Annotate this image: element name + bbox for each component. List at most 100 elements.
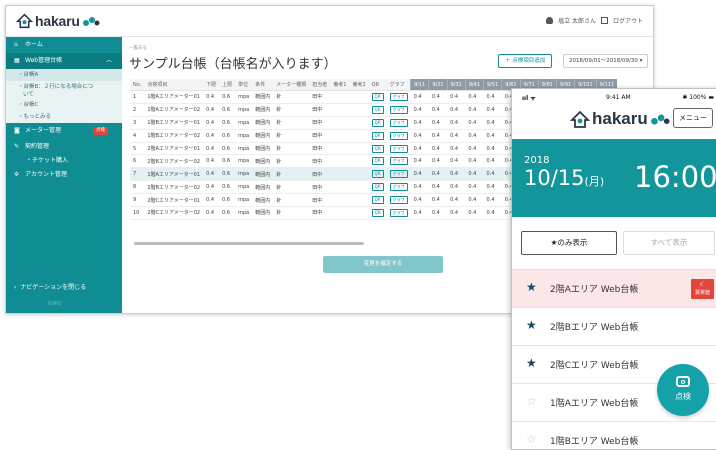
reading-cell[interactable]: 0.4 bbox=[465, 154, 484, 169]
reading-cell[interactable]: 0.4 bbox=[410, 142, 429, 156]
sidebar-subitem-ledger-c[interactable]: ・台帳C bbox=[6, 99, 122, 111]
star-icon[interactable]: ☆ bbox=[526, 394, 537, 408]
close-navigation[interactable]: ‹ ナビゲーションを閉じる bbox=[14, 282, 86, 291]
reading-cell[interactable]: 0.4 bbox=[465, 142, 484, 156]
horizontal-scrollbar[interactable] bbox=[134, 242, 364, 245]
date-range-select[interactable]: 2018/09/01〜2018/09/30 ▾ bbox=[563, 54, 649, 68]
reading-cell[interactable]: 0.4 bbox=[410, 167, 429, 182]
reading-cell[interactable]: 0.4 bbox=[428, 167, 448, 182]
reading-cell[interactable]: 0.4 bbox=[465, 206, 484, 220]
reading-cell[interactable]: 0.4 bbox=[428, 180, 448, 195]
qr-button[interactable]: QR bbox=[371, 118, 384, 127]
hakaru-logo[interactable]: hakaru bbox=[16, 12, 100, 29]
graph-button[interactable]: グラフ bbox=[389, 196, 408, 205]
graph-button[interactable]: グラフ bbox=[389, 208, 408, 217]
reading-cell[interactable]: 0.4 bbox=[410, 154, 429, 169]
reading-cell[interactable]: 0.4 bbox=[483, 129, 502, 143]
reading-cell[interactable]: 0.4 bbox=[483, 167, 502, 182]
qr-button[interactable]: QR bbox=[371, 131, 384, 140]
graph-button[interactable]: グラフ bbox=[389, 118, 408, 127]
reading-cell[interactable]: 0.4 bbox=[483, 116, 502, 130]
graph-button[interactable]: グラフ bbox=[389, 131, 408, 140]
reading-cell[interactable]: 0.4 bbox=[428, 206, 448, 220]
sidebar-item-account[interactable]: ✲ アカウント管理 bbox=[6, 167, 122, 183]
reading-cell[interactable]: 0.4 bbox=[483, 103, 502, 117]
reading-cell[interactable]: 0.4 bbox=[410, 90, 429, 104]
qr-button[interactable]: QR bbox=[371, 144, 384, 153]
reading-cell[interactable]: 0.4 bbox=[447, 116, 466, 130]
tab-show-all[interactable]: すべて表示 bbox=[623, 231, 715, 255]
breadcrumb[interactable]: 一覧ある bbox=[129, 45, 147, 51]
reading-cell[interactable]: 0.4 bbox=[410, 116, 429, 130]
reading-cell[interactable]: 0.4 bbox=[447, 103, 466, 117]
reading-cell[interactable]: 0.4 bbox=[447, 193, 466, 208]
qr-button[interactable]: QR bbox=[371, 170, 384, 179]
reading-cell[interactable]: 0.4 bbox=[465, 129, 484, 143]
graph-button[interactable]: グラフ bbox=[389, 144, 408, 153]
graph-button[interactable]: グラフ bbox=[389, 157, 408, 166]
reading-cell[interactable]: 0.4 bbox=[483, 206, 502, 220]
star-icon[interactable]: ★ bbox=[526, 318, 537, 332]
reading-cell[interactable]: 0.4 bbox=[447, 142, 466, 156]
reading-cell[interactable]: 0.4 bbox=[447, 167, 466, 182]
reading-cell[interactable]: 0.4 bbox=[447, 154, 466, 169]
graph-button[interactable]: グラフ bbox=[389, 105, 408, 114]
reading-cell[interactable]: 0.4 bbox=[483, 193, 502, 208]
reading-cell[interactable]: 0.4 bbox=[465, 90, 484, 104]
reading-cell[interactable]: 0.4 bbox=[410, 129, 429, 143]
qr-button[interactable]: QR bbox=[371, 157, 384, 166]
sidebar-subitem-ticket[interactable]: ・チケット購入 bbox=[6, 155, 122, 167]
star-icon[interactable]: ☆ bbox=[526, 432, 537, 446]
sidebar-item-web-ledger[interactable]: ▦ Web管理台帳 ︿ bbox=[6, 53, 122, 69]
reading-cell[interactable]: 0.4 bbox=[428, 142, 448, 156]
reading-cell[interactable]: 0.4 bbox=[410, 180, 429, 195]
reading-cell[interactable]: 0.4 bbox=[483, 142, 502, 156]
sidebar-subitem-ledger-b[interactable]: ・台帳B：２行になる場合につ いて bbox=[6, 81, 122, 99]
sidebar-item-meter[interactable]: ◙ メーター管理 点検 bbox=[6, 123, 122, 139]
add-inspection-item-button[interactable]: ＋ 点検項目追加 bbox=[498, 54, 553, 68]
qr-button[interactable]: QR bbox=[371, 105, 384, 114]
reading-cell[interactable]: 0.4 bbox=[465, 180, 484, 195]
reading-cell[interactable]: 0.4 bbox=[410, 193, 429, 208]
logout-icon[interactable] bbox=[600, 17, 608, 24]
reading-cell[interactable]: 0.4 bbox=[465, 116, 484, 130]
reading-cell[interactable]: 0.4 bbox=[428, 193, 448, 208]
reading-cell[interactable]: 0.4 bbox=[483, 180, 502, 195]
reading-cell[interactable]: 0.4 bbox=[428, 103, 448, 117]
qr-button[interactable]: QR bbox=[371, 183, 384, 192]
reading-cell[interactable]: 0.4 bbox=[447, 90, 466, 104]
confirm-changes-button[interactable]: 変更を確定する bbox=[323, 256, 443, 273]
reading-cell[interactable]: 0.4 bbox=[483, 154, 502, 169]
sidebar-subitem-ledger-a[interactable]: ・台帳A bbox=[6, 69, 122, 81]
reading-cell[interactable]: 0.4 bbox=[483, 90, 502, 104]
graph-button[interactable]: グラフ bbox=[389, 183, 408, 192]
list-item[interactable]: ★ 2階Bエリア Web台帳 bbox=[512, 308, 716, 346]
reading-cell[interactable]: 0.4 bbox=[428, 154, 448, 169]
sidebar-item-contract[interactable]: ✎ 契約管理 bbox=[6, 139, 122, 155]
inspect-fab-button[interactable]: 点検 bbox=[657, 364, 709, 416]
reading-cell[interactable]: 0.4 bbox=[465, 167, 484, 182]
reading-cell[interactable]: 0.4 bbox=[447, 180, 466, 195]
tab-favorites-only[interactable]: ★のみ表示 bbox=[521, 231, 617, 255]
sidebar-subitem-more[interactable]: ・もっとみる bbox=[6, 111, 122, 123]
qr-button[interactable]: QR bbox=[371, 92, 384, 101]
list-item[interactable]: ★ 2階Aエリア Web台帳 ﾊﾞ 異常値 bbox=[512, 270, 716, 308]
qr-button[interactable]: QR bbox=[371, 208, 384, 217]
reading-cell[interactable]: 0.4 bbox=[428, 90, 448, 104]
reading-cell[interactable]: 0.4 bbox=[447, 206, 466, 220]
star-icon[interactable]: ★ bbox=[526, 280, 537, 294]
reading-cell[interactable]: 0.4 bbox=[465, 193, 484, 208]
reading-cell[interactable]: 0.4 bbox=[465, 103, 484, 117]
list-item[interactable]: ☆ 1階Bエリア Web台帳 bbox=[512, 422, 716, 449]
reading-cell[interactable]: 0.4 bbox=[410, 206, 429, 220]
reading-cell[interactable]: 0.4 bbox=[428, 129, 448, 143]
graph-button[interactable]: グラフ bbox=[389, 170, 408, 179]
graph-button[interactable]: グラフ bbox=[389, 92, 408, 101]
sidebar-item-home[interactable]: ⌂ ホーム bbox=[6, 37, 122, 53]
logout-link[interactable]: ログアウト bbox=[613, 16, 643, 25]
menu-button[interactable]: メニュー bbox=[673, 108, 713, 128]
star-icon[interactable]: ★ bbox=[526, 356, 537, 370]
reading-cell[interactable]: 0.4 bbox=[428, 116, 448, 130]
qr-button[interactable]: QR bbox=[371, 196, 384, 205]
reading-cell[interactable]: 0.4 bbox=[447, 129, 466, 143]
